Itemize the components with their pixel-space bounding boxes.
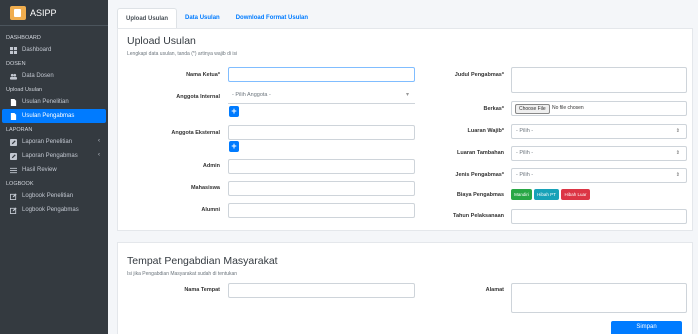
sidebar-item-logbook-penelitian[interactable]: Logbook Penelitian (2, 189, 106, 203)
luaran-tambahan-value: - Pilih - (516, 150, 534, 156)
add-anggota-internal-button[interactable]: + (229, 106, 239, 117)
luaran-wajib-select[interactable]: - Pilih - (511, 124, 687, 139)
chevron-left-icon: ‹ (98, 152, 100, 158)
sidebar-item-label: Usulan Penelitian (22, 99, 69, 105)
brand-name: ASIPP (30, 7, 57, 18)
sidebar-item-label: Data Dosen (22, 73, 54, 79)
alamat-textarea[interactable] (511, 283, 687, 313)
pencil-icon (10, 206, 17, 214)
sidebar-item-label: Logbook Penelitian (22, 193, 74, 199)
jenis-select[interactable]: - Pilih - (511, 168, 687, 183)
sidebar-item-hasil-review[interactable]: Hasil Review (2, 163, 106, 177)
jenis-value: - Pilih - (516, 172, 534, 178)
sidebar: ASIPP DASHBOARD Dashboard DOSEN Data Dos… (0, 0, 108, 334)
sidebar-item-label: Usulan Pengabmas (22, 113, 75, 119)
alumni-input[interactable] (228, 203, 415, 218)
anggota-eksternal-input[interactable] (228, 125, 415, 140)
dashboard-icon (10, 46, 17, 54)
sidebar-item-label: Hasil Review (22, 167, 57, 173)
sidebar-header-laporan: LAPORAN (6, 127, 33, 133)
tab-data-usulan[interactable]: Data Usulan (177, 8, 228, 28)
nama-ketua-label: Nama Ketua* (186, 72, 220, 78)
jenis-label: Jenis Pengabmas* (455, 172, 504, 178)
alamat-label: Alamat (485, 287, 504, 293)
save-button[interactable]: Simpan (611, 321, 682, 334)
tempat-card: Tempat Pengabdian Masyarakat Isi jika Pe… (117, 242, 693, 334)
biaya-label: Biaya Pengabmas (456, 192, 504, 198)
card-title: Upload Usulan (127, 35, 196, 47)
anggota-internal-select[interactable]: - Pilih Anggota - (228, 89, 415, 104)
sidebar-header-upload: Upload Usulan (6, 87, 43, 93)
tahun-input[interactable] (511, 209, 687, 224)
admin-input[interactable] (228, 159, 415, 174)
sidebar-item-laporan-penelitian[interactable]: Laporan Penelitian ‹ (2, 135, 106, 149)
main-content: Upload Usulan Data Usulan Download Forma… (108, 0, 698, 334)
sidebar-item-label: Laporan Pengabmas (22, 153, 78, 159)
luaran-tambahan-label: Luaran Tambahan (457, 150, 504, 156)
biaya-mandiri-button[interactable]: Mandiri (511, 189, 532, 200)
luaran-tambahan-select[interactable]: - Pilih - (511, 146, 687, 161)
choose-file-button[interactable]: Choose File (515, 104, 550, 114)
luaran-wajib-label: Luaran Wajib* (467, 128, 504, 134)
upload-form-card: Upload Usulan Lengkapi data usulan, tand… (117, 28, 693, 231)
biaya-hibah-luar-button[interactable]: Hibah Luar (561, 189, 590, 200)
sidebar-item-laporan-pengabmas[interactable]: Laporan Pengabmas ‹ (2, 149, 106, 163)
users-icon (10, 73, 17, 80)
add-anggota-eksternal-button[interactable]: + (229, 141, 239, 152)
sidebar-item-dashboard[interactable]: Dashboard (2, 43, 106, 57)
anggota-eksternal-label: Anggota Eksternal (171, 130, 220, 136)
nama-tempat-input[interactable] (228, 283, 415, 298)
sidebar-item-label: Logbook Pengabmas (22, 207, 79, 213)
tempat-subtitle: Isi jika Pengabdian Masyarakat sudah di … (127, 271, 238, 277)
sidebar-item-data-dosen[interactable]: Data Dosen (2, 69, 106, 83)
berkas-file-input[interactable]: Choose File No file chosen (511, 101, 687, 116)
biaya-hibah-pt-button[interactable]: Hibah PT (534, 189, 559, 200)
tab-download-format[interactable]: Download Format Usulan (228, 8, 316, 28)
mahasiswa-label: Mahasiswa (190, 185, 220, 191)
anggota-internal-label: Anggota Internal (176, 94, 220, 100)
nama-tempat-label: Nama Tempat (184, 287, 220, 293)
sidebar-item-label: Laporan Penelitian (22, 139, 73, 145)
berkas-label: Berkas* (483, 106, 505, 112)
tab-bar: Upload Usulan Data Usulan Download Forma… (117, 8, 316, 28)
alumni-label: Alumni (201, 207, 220, 213)
file-icon (10, 98, 17, 106)
tempat-title: Tempat Pengabdian Masyarakat (127, 255, 278, 267)
brand[interactable]: ASIPP (0, 0, 108, 26)
logo-icon (10, 5, 26, 20)
sidebar-header-logbook: LOGBOOK (6, 181, 34, 187)
admin-label: Admin (202, 163, 220, 169)
judul-label: Judul Pengabmas* (454, 72, 504, 78)
pencil-icon (10, 192, 17, 200)
sidebar-item-label: Dashboard (22, 47, 52, 53)
sidebar-header-dosen: DOSEN (6, 61, 26, 67)
mahasiswa-input[interactable] (228, 181, 415, 196)
anggota-internal-placeholder: - Pilih Anggota - (232, 92, 271, 98)
nama-ketua-input[interactable] (228, 67, 415, 82)
chevron-left-icon: ‹ (98, 138, 100, 144)
judul-textarea[interactable] (511, 67, 687, 93)
card-subtitle: Lengkapi data usulan, tanda (*) artinya … (127, 51, 238, 57)
list-icon (10, 167, 17, 173)
tab-upload-usulan[interactable]: Upload Usulan (117, 8, 178, 28)
sidebar-item-usulan-pengabmas[interactable]: Usulan Pengabmas (2, 109, 106, 123)
sidebar-item-usulan-penelitian[interactable]: Usulan Penelitian (2, 95, 106, 109)
tahun-label: Tahun Pelaksanaan (453, 213, 504, 219)
edit-icon (10, 152, 17, 160)
file-status: No file chosen (552, 105, 584, 111)
luaran-wajib-value: - Pilih - (516, 128, 534, 134)
file-icon (10, 112, 17, 120)
sidebar-item-logbook-pengabmas[interactable]: Logbook Pengabmas (2, 203, 106, 217)
sidebar-header-dashboard: DASHBOARD (6, 35, 41, 41)
edit-icon (10, 138, 17, 146)
